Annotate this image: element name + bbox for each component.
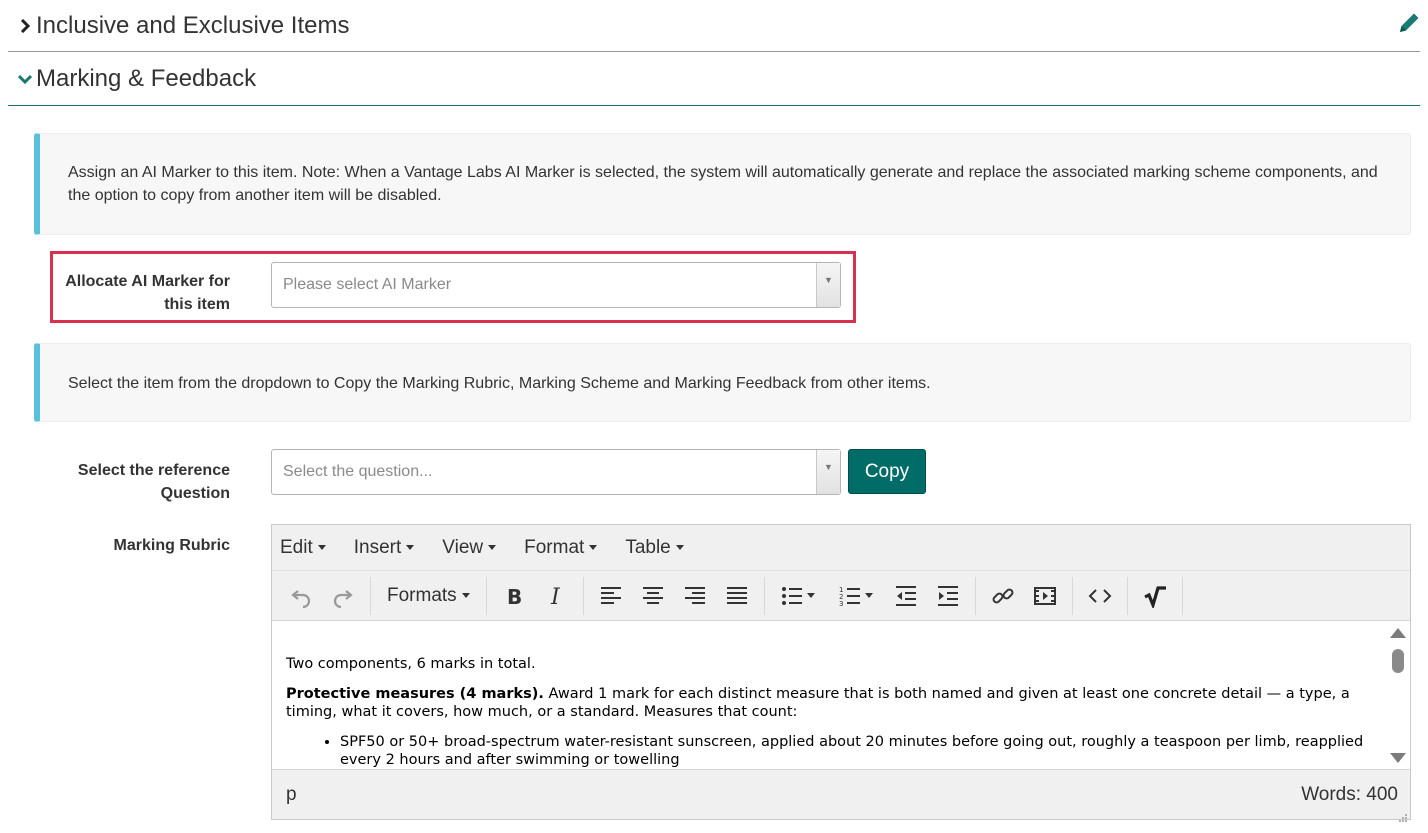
rubric-editor[interactable]: Edit Insert View Format Table Formats B … (271, 524, 1411, 822)
copy-button[interactable]: Copy (848, 449, 926, 494)
scroll-down-arrow-icon[interactable] (1390, 753, 1406, 763)
list-item: SPF50 or 50+ broad-spectrum water-resist… (340, 733, 1372, 769)
caret-down-icon (488, 545, 497, 550)
caret-down-icon (317, 545, 326, 550)
rubric-protective-heading: Protective measures (4 marks). (286, 686, 544, 702)
menu-edit-label: Edit (280, 536, 313, 558)
section-marking-feedback-header[interactable]: Marking & Feedback (8, 52, 1420, 106)
chevron-down-icon (14, 68, 36, 90)
indent-icon[interactable] (927, 579, 969, 613)
ai-marker-info-text: Assign an AI Marker to this item. Note: … (68, 164, 1378, 204)
section-title-marking: Marking & Feedback (36, 64, 257, 92)
undo-icon[interactable] (280, 579, 322, 613)
menu-view[interactable]: View (442, 536, 497, 559)
editor-scrollbar[interactable] (1386, 621, 1410, 770)
formats-label: Formats (387, 584, 457, 606)
caret-down-icon[interactable] (864, 593, 873, 598)
bold-icon[interactable]: B (493, 579, 535, 613)
menu-edit[interactable]: Edit (280, 537, 326, 559)
editor-content-area[interactable]: Two components, 6 marks in total. Protec… (272, 621, 1386, 770)
align-justify-icon[interactable] (716, 579, 758, 613)
menu-insert[interactable]: Insert (354, 537, 415, 559)
reference-label-line2: Question (160, 485, 230, 502)
source-code-icon[interactable] (1079, 579, 1121, 613)
caret-down-icon (675, 545, 684, 550)
section-inclusive-exclusive-header[interactable]: Inclusive and Exclusive Items (8, 0, 1420, 52)
toolbar-group-lists: 123 (765, 576, 976, 615)
dropdown-arrow-icon[interactable]: ▼ (816, 450, 840, 494)
ai-marker-label: Allocate AI Marker for this item (54, 270, 230, 316)
link-icon[interactable] (982, 579, 1024, 613)
caret-down-icon (461, 593, 470, 598)
reference-label-line1: Select the reference (77, 462, 230, 479)
word-count: Words: 400 (1301, 784, 1398, 805)
pencil-icon[interactable] (1396, 10, 1422, 36)
toolbar-group-style: B I (487, 576, 584, 615)
reference-question-select[interactable]: Select the question... ▼ (271, 449, 841, 495)
ai-marker-info-alert: Assign an AI Marker to this item. Note: … (34, 133, 1411, 235)
copy-info-text: Select the item from the dropdown to Cop… (68, 375, 931, 392)
ai-marker-placeholder: Please select AI Marker (283, 276, 452, 293)
toolbar-group-insert (976, 576, 1073, 615)
rubric-intro: Two components, 6 marks in total. (286, 656, 536, 672)
media-icon[interactable] (1024, 579, 1066, 613)
menu-table[interactable]: Table (625, 536, 684, 559)
caret-down-icon (406, 545, 415, 550)
reference-placeholder: Select the question... (283, 463, 433, 480)
menu-view-label: View (442, 536, 484, 558)
rubric-measure-list: SPF50 or 50+ broad-spectrum water-resist… (286, 733, 1372, 769)
chevron-right-icon (14, 15, 36, 37)
align-right-icon[interactable] (674, 579, 716, 613)
svg-text:B: B (507, 585, 522, 608)
toolbar-group-math (1128, 576, 1183, 615)
svg-text:I: I (550, 585, 561, 608)
editor-toolbar: Formats B I 123 (272, 571, 1410, 621)
copy-info-alert: Select the item from the dropdown to Cop… (34, 343, 1411, 422)
svg-text:3: 3 (839, 600, 843, 608)
scroll-thumb[interactable] (1392, 649, 1404, 673)
section-title-inclusive: Inclusive and Exclusive Items (36, 11, 350, 39)
toolbar-group-code (1073, 576, 1128, 615)
outdent-icon[interactable] (885, 579, 927, 613)
menu-format-label: Format (524, 536, 585, 558)
align-center-icon[interactable] (632, 579, 674, 613)
toolbar-group-formats: Formats (371, 576, 487, 615)
editor-statusbar: p Words: 400 (272, 769, 1410, 822)
formats-dropdown[interactable]: Formats (377, 585, 480, 607)
rubric-protective-paragraph: Protective measures (4 marks). Award 1 m… (286, 685, 1372, 721)
math-equation-icon[interactable] (1134, 579, 1176, 613)
caret-down-icon[interactable] (806, 593, 815, 598)
italic-icon[interactable]: I (535, 579, 577, 613)
ai-marker-label-line2: this item (164, 296, 230, 313)
scroll-up-arrow-icon[interactable] (1390, 628, 1406, 638)
redo-icon[interactable] (322, 579, 364, 613)
ai-marker-label-line1: Allocate AI Marker for (65, 273, 230, 290)
element-path[interactable]: p (286, 784, 297, 806)
menu-insert-label: Insert (353, 536, 402, 558)
menu-format[interactable]: Format (524, 536, 598, 559)
editor-menubar: Edit Insert View Format Table (272, 525, 1410, 571)
dropdown-arrow-icon[interactable]: ▼ (816, 263, 840, 307)
reference-question-label: Select the reference Question (54, 459, 230, 505)
ai-marker-select[interactable]: Please select AI Marker ▼ (271, 262, 841, 308)
menu-table-label: Table (625, 536, 671, 558)
resize-handle-icon[interactable] (1398, 807, 1408, 822)
caret-down-icon (589, 545, 598, 550)
align-left-icon[interactable] (590, 579, 632, 613)
toolbar-group-history (274, 576, 371, 615)
marking-rubric-label: Marking Rubric (113, 537, 230, 554)
toolbar-group-align (584, 576, 765, 615)
